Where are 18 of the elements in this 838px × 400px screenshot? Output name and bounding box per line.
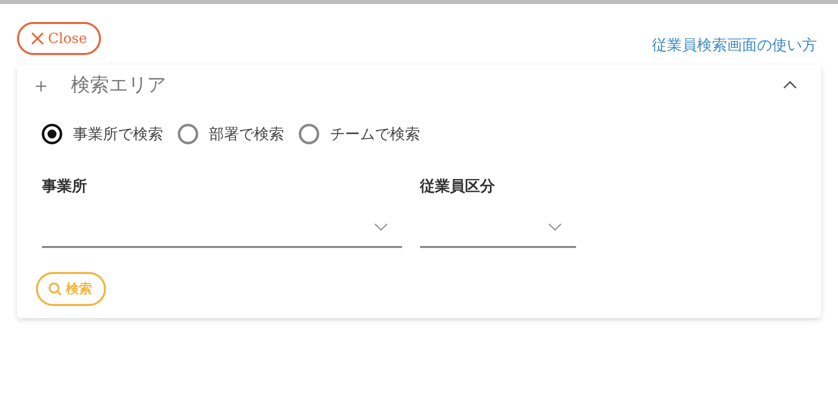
help-link[interactable]: 従業員検索画面の使い方 — [652, 36, 817, 55]
chevron-down-icon — [548, 223, 562, 231]
search-button[interactable]: 検索 — [36, 272, 106, 306]
close-icon — [31, 32, 44, 45]
radio-label: 部署で検索 — [209, 124, 284, 144]
chevron-down-icon — [374, 223, 388, 231]
close-button[interactable]: Close — [17, 22, 102, 55]
radio-label: 事業所で検索 — [73, 124, 163, 144]
plus-icon: ＋ — [31, 72, 71, 98]
chevron-up-icon[interactable] — [783, 81, 797, 89]
field-label: 従業員区分 — [420, 177, 496, 196]
radio-label: チームで検索 — [330, 124, 420, 144]
field-label: 事業所 — [42, 177, 88, 196]
radio-button[interactable] — [41, 123, 63, 145]
search-icon — [48, 282, 62, 296]
search-area-title: 検索エリア — [71, 73, 167, 98]
radio-button[interactable] — [177, 123, 199, 145]
radio-button[interactable] — [298, 123, 320, 145]
